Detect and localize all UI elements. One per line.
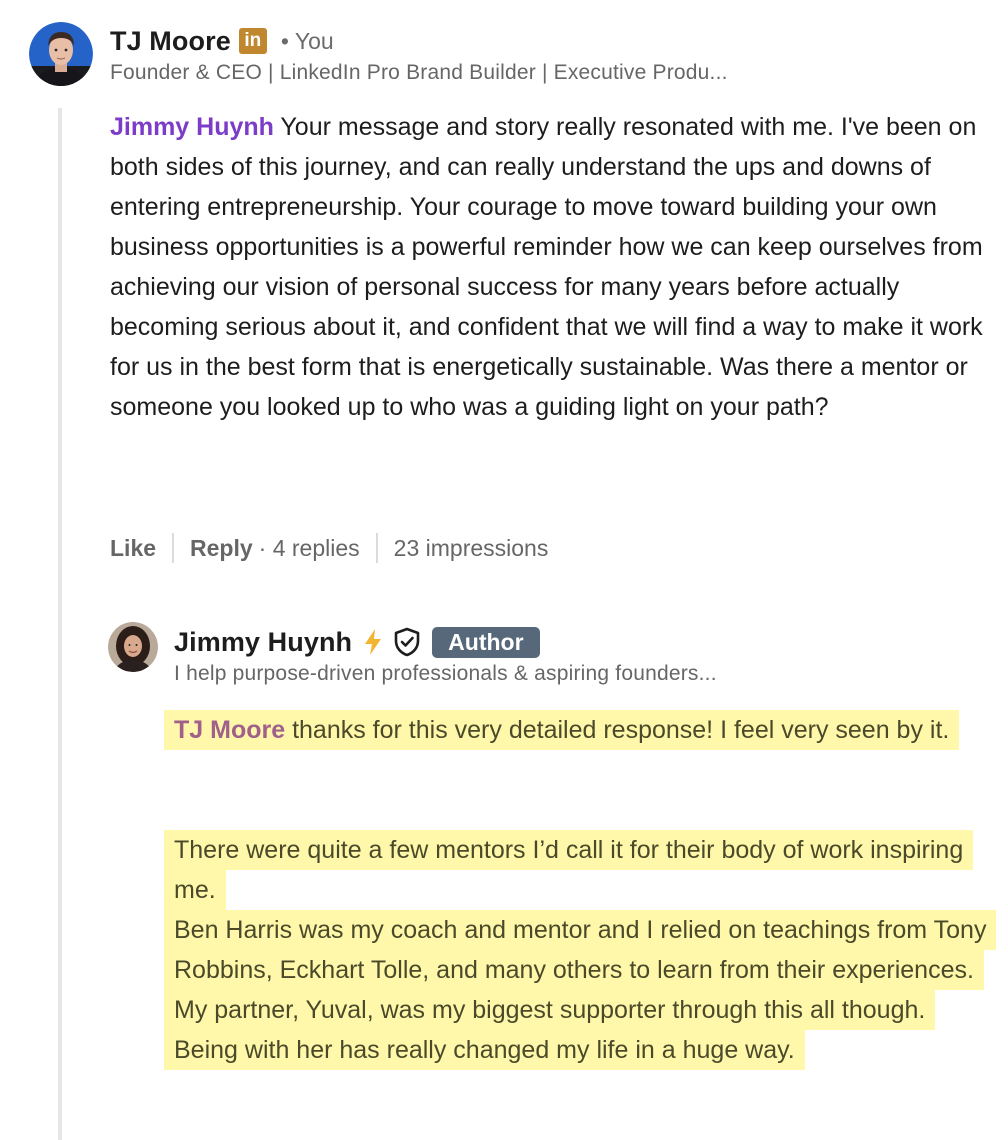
divider <box>375 533 378 563</box>
like-button[interactable]: Like <box>110 535 156 562</box>
author-name[interactable]: TJ Moore <box>110 26 231 57</box>
author-name[interactable]: Jimmy Huynh <box>174 627 352 658</box>
comment-header: TJ Moore in • You <box>110 23 334 59</box>
author-tag-badge: Author <box>432 626 540 658</box>
comment-text: Jimmy Huynh Your message and story reall… <box>110 107 990 427</box>
avatar[interactable] <box>29 22 93 86</box>
avatar[interactable] <box>108 622 158 672</box>
author-headline: I help purpose-driven professionals & as… <box>174 662 717 685</box>
reply-header: Jimmy Huynh Author <box>174 624 540 660</box>
reply-paragraph: TJ Moore thanks for this very detailed r… <box>164 710 988 750</box>
divider <box>172 533 175 563</box>
thread-line <box>58 108 62 1140</box>
comment-body-text: Your message and story really resonated … <box>110 113 983 421</box>
lightning-bolt-icon <box>365 629 382 655</box>
author-headline: Founder & CEO | LinkedIn Pro Brand Build… <box>110 61 728 84</box>
reply-text: There were quite a few mentors I’d call … <box>174 836 964 904</box>
mention-link[interactable]: Jimmy Huynh <box>110 113 274 141</box>
comment-actions: Like Reply · 4 replies 23 impressions <box>110 530 548 566</box>
shield-check-icon <box>394 627 420 657</box>
reply-text: Ben Harris was my coach and mentor and I… <box>174 916 987 1064</box>
replies-count-link[interactable]: · 4 replies <box>259 535 360 562</box>
reply-paragraph: There were quite a few mentors I’d call … <box>164 830 997 1070</box>
reply-button[interactable]: Reply <box>190 535 253 562</box>
impressions-count[interactable]: 23 impressions <box>394 535 549 562</box>
you-label: • You <box>280 27 334 54</box>
mention-link[interactable]: TJ Moore <box>174 716 285 744</box>
linkedin-premium-icon: in <box>238 28 267 54</box>
reply-text: thanks for this very detailed response! … <box>285 716 950 744</box>
